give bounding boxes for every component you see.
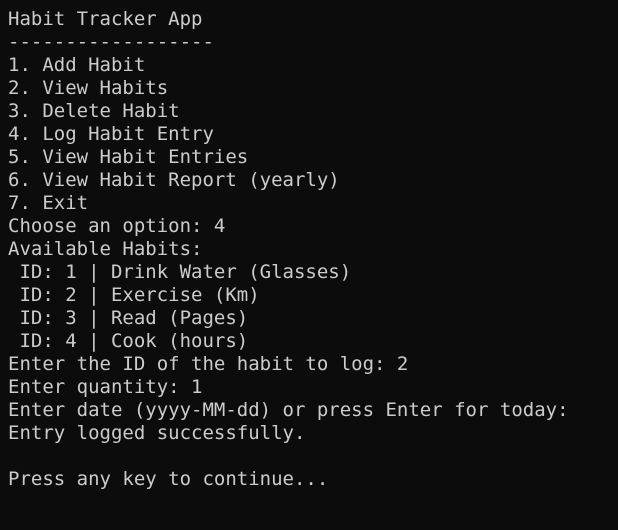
menu-item-view-habits: 2. View Habits (8, 77, 169, 99)
menu-item-view-habit-entries: 5. View Habit Entries (8, 146, 249, 168)
habit-id-prompt: Enter the ID of the habit to log: 2 (8, 353, 409, 375)
habits-header: Available Habits: (8, 238, 203, 260)
menu-item-view-habit-report: 6. View Habit Report (yearly) (8, 169, 340, 191)
console-window[interactable]: Habit Tracker App ------------------ 1. … (0, 0, 618, 530)
menu-item-add-habit: 1. Add Habit (8, 54, 146, 76)
habit-list-item: ID: 2 | Exercise (Km) (8, 284, 260, 306)
date-prompt: Enter date (yyyy-MM-dd) or press Enter f… (8, 399, 569, 421)
option-prompt: Choose an option: 4 (8, 215, 226, 237)
menu-item-exit: 7. Exit (8, 192, 89, 214)
app-title: Habit Tracker App (8, 8, 203, 30)
habit-list-item: ID: 3 | Read (Pages) (8, 307, 249, 329)
menu-item-delete-habit: 3. Delete Habit (8, 100, 180, 122)
menu-item-log-habit-entry: 4. Log Habit Entry (8, 123, 214, 145)
continue-prompt: Press any key to continue... (8, 468, 329, 490)
title-separator: ------------------ (8, 31, 214, 53)
habit-list-item: ID: 1 | Drink Water (Glasses) (8, 261, 352, 283)
quantity-prompt: Enter quantity: 1 (8, 376, 203, 398)
habit-list-item: ID: 4 | Cook (hours) (8, 330, 249, 352)
result-message: Entry logged successfully. (8, 422, 306, 444)
